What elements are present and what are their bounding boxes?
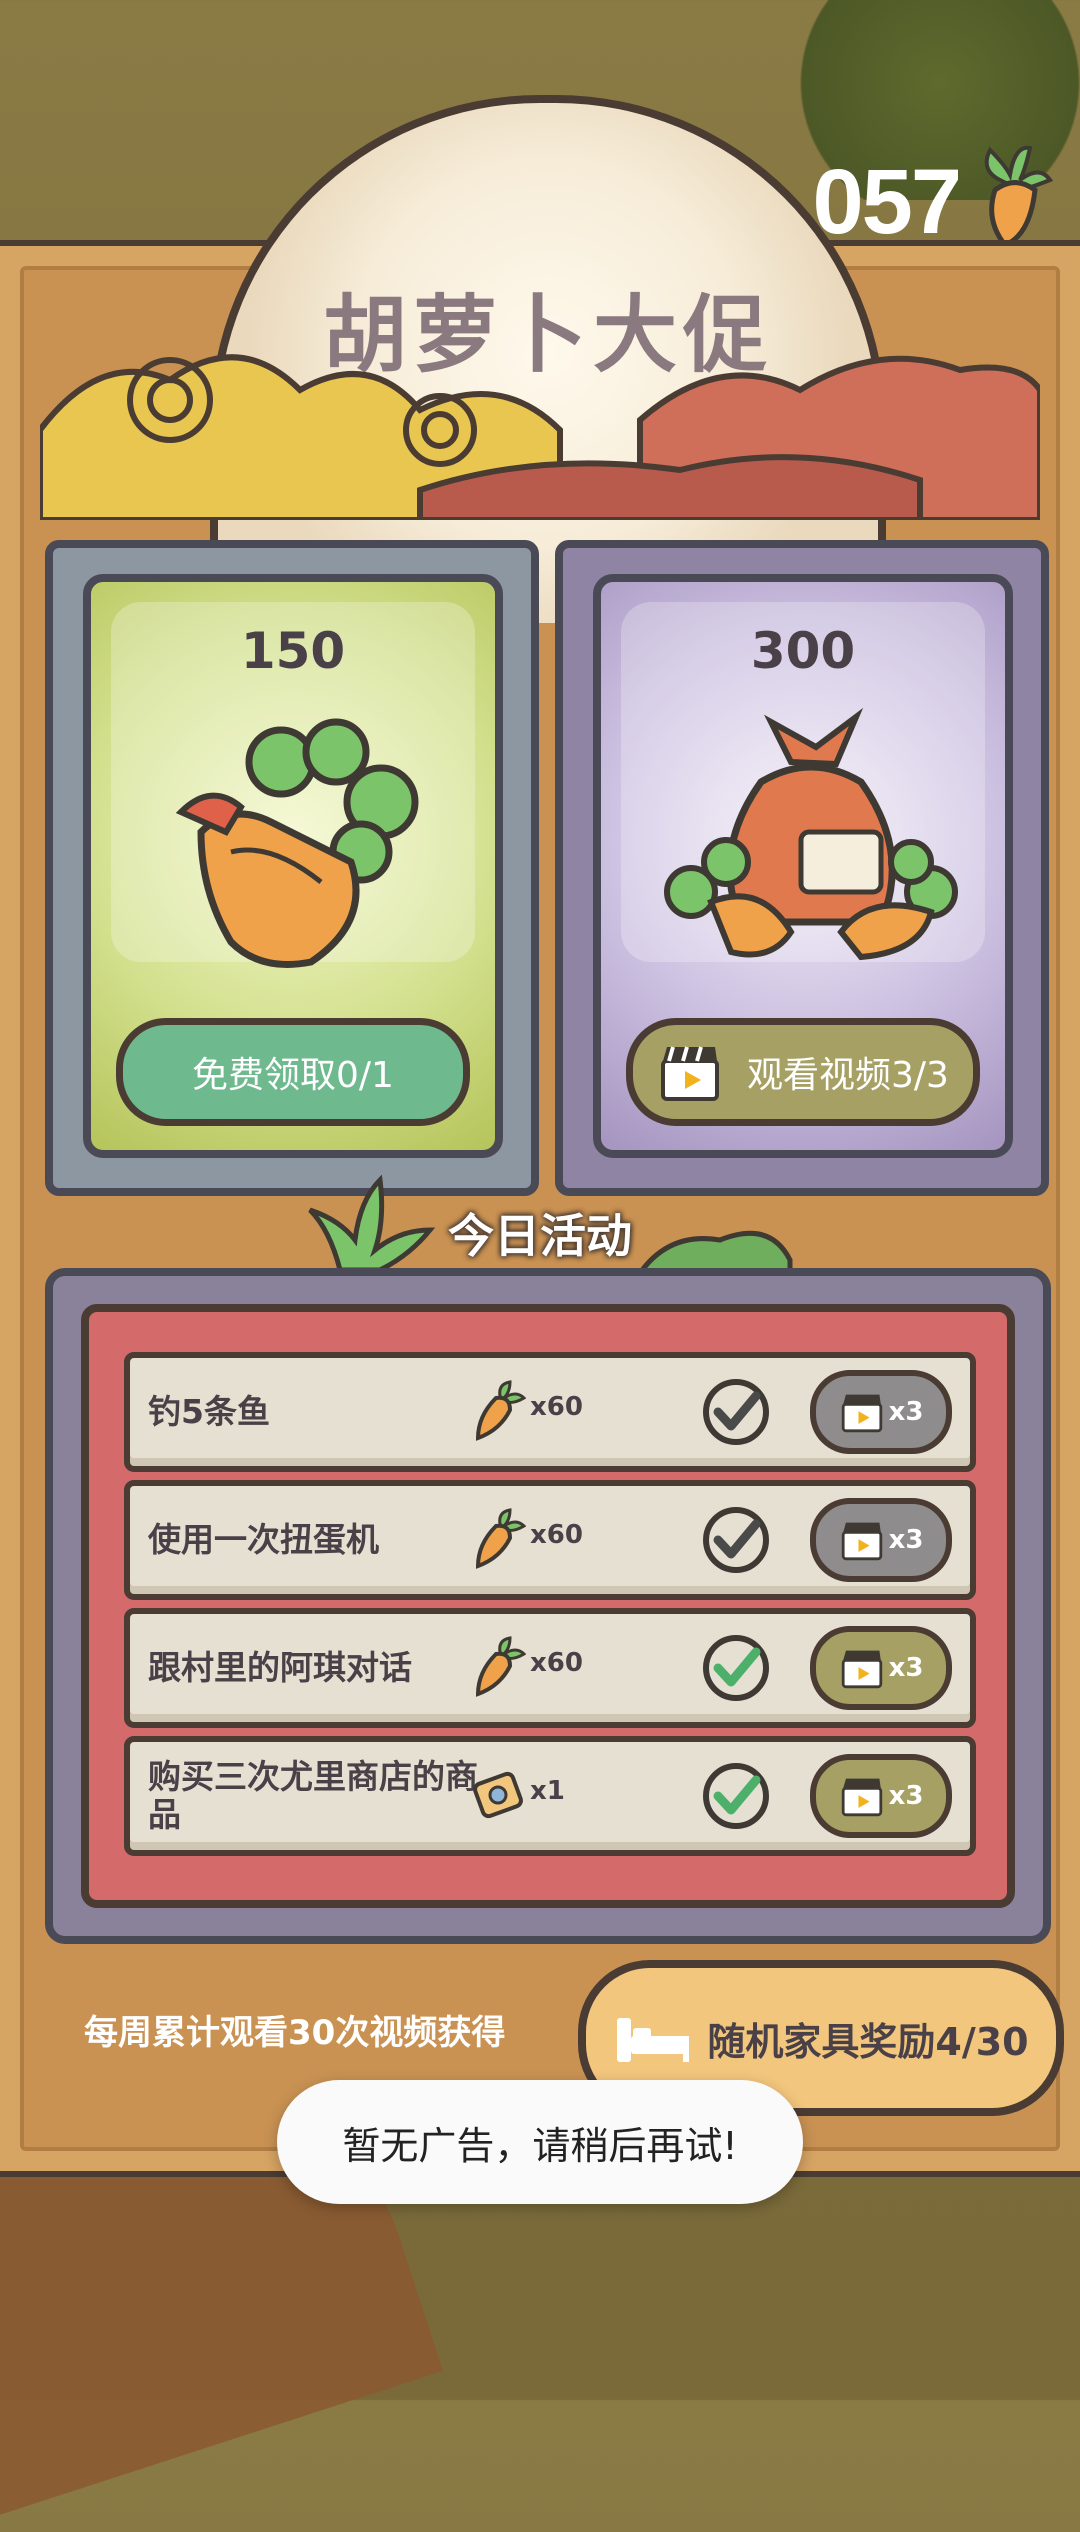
task-label: 使用一次扭蛋机 <box>148 1520 379 1559</box>
check-icon <box>703 1635 769 1701</box>
video-carrot-card: 300 观看视频3/3 <box>555 540 1049 1196</box>
carrot-icon <box>475 1508 526 1569</box>
task-row: 跟村里的阿琪对话 x60 x3 <box>124 1608 976 1728</box>
reward-quantity: x60 <box>530 1392 583 1422</box>
triple-reward-video-button[interactable]: x3 <box>810 1370 952 1454</box>
check-icon <box>703 1507 769 1573</box>
carrot-icon <box>475 1380 526 1441</box>
furniture-reward-label: 随机家具奖励4/30 <box>707 2019 1029 2064</box>
triple-reward-video-button[interactable]: x3 <box>810 1626 952 1710</box>
toast-message: 暂无广告，请稍后再试! <box>277 2080 803 2204</box>
task-label: 跟村里的阿琪对话 <box>148 1648 412 1687</box>
clapperboard-icon <box>841 1394 882 1433</box>
clapperboard-icon <box>841 1650 882 1689</box>
ticket-icon <box>473 1771 523 1819</box>
multiplier-label: x3 <box>888 1397 924 1427</box>
carrot-bundle-icon <box>175 718 419 968</box>
multiplier-label: x3 <box>888 1525 924 1555</box>
free-claim-label: 免费领取0/1 <box>192 1055 394 1096</box>
task-row: 使用一次扭蛋机 x60 x3 <box>124 1480 976 1600</box>
watch-video-button[interactable]: 观看视频3/3 <box>626 1018 980 1126</box>
activity-panel: 钓5条鱼 x60 x3 使用一次扭蛋机 x60 x3 跟村里的阿琪对话 x60 … <box>45 1268 1051 1944</box>
task-label: 钓5条鱼 <box>148 1392 270 1431</box>
reward-quantity: x1 <box>530 1776 565 1806</box>
weekly-video-text: 每周累计观看30次视频获得 <box>84 2013 506 2053</box>
cloud-decoration <box>40 354 1040 520</box>
check-icon <box>703 1763 769 1829</box>
task-row: 钓5条鱼 x60 x3 <box>124 1352 976 1472</box>
free-claim-button[interactable]: 免费领取0/1 <box>116 1018 470 1126</box>
triple-reward-video-button[interactable]: x3 <box>810 1498 952 1582</box>
multiplier-label: x3 <box>888 1781 924 1811</box>
carrot-icon <box>984 145 1054 249</box>
reward-quantity: x60 <box>530 1520 583 1550</box>
task-label: 购买三次尤里商店的商品 <box>148 1757 478 1834</box>
task-row: 购买三次尤里商店的商品 x1 x3 <box>124 1736 976 1856</box>
card-amount: 150 <box>240 622 346 680</box>
reward-quantity: x60 <box>530 1648 583 1678</box>
bed-icon <box>617 2018 690 2062</box>
multiplier-label: x3 <box>888 1653 924 1683</box>
clapperboard-icon <box>841 1778 882 1817</box>
carrot-icon <box>475 1636 526 1697</box>
free-carrot-card: 150 免费领取0/1 <box>45 540 539 1196</box>
check-icon <box>703 1379 769 1445</box>
watch-video-label: 观看视频3/3 <box>747 1055 949 1096</box>
card-amount: 300 <box>750 622 856 680</box>
clapperboard-icon <box>841 1522 882 1561</box>
carrot-sack-icon <box>664 707 958 961</box>
clapperboard-icon <box>661 1046 720 1101</box>
triple-reward-video-button[interactable]: x3 <box>810 1754 952 1838</box>
today-activity-title: 今日活动 <box>448 1209 632 1263</box>
